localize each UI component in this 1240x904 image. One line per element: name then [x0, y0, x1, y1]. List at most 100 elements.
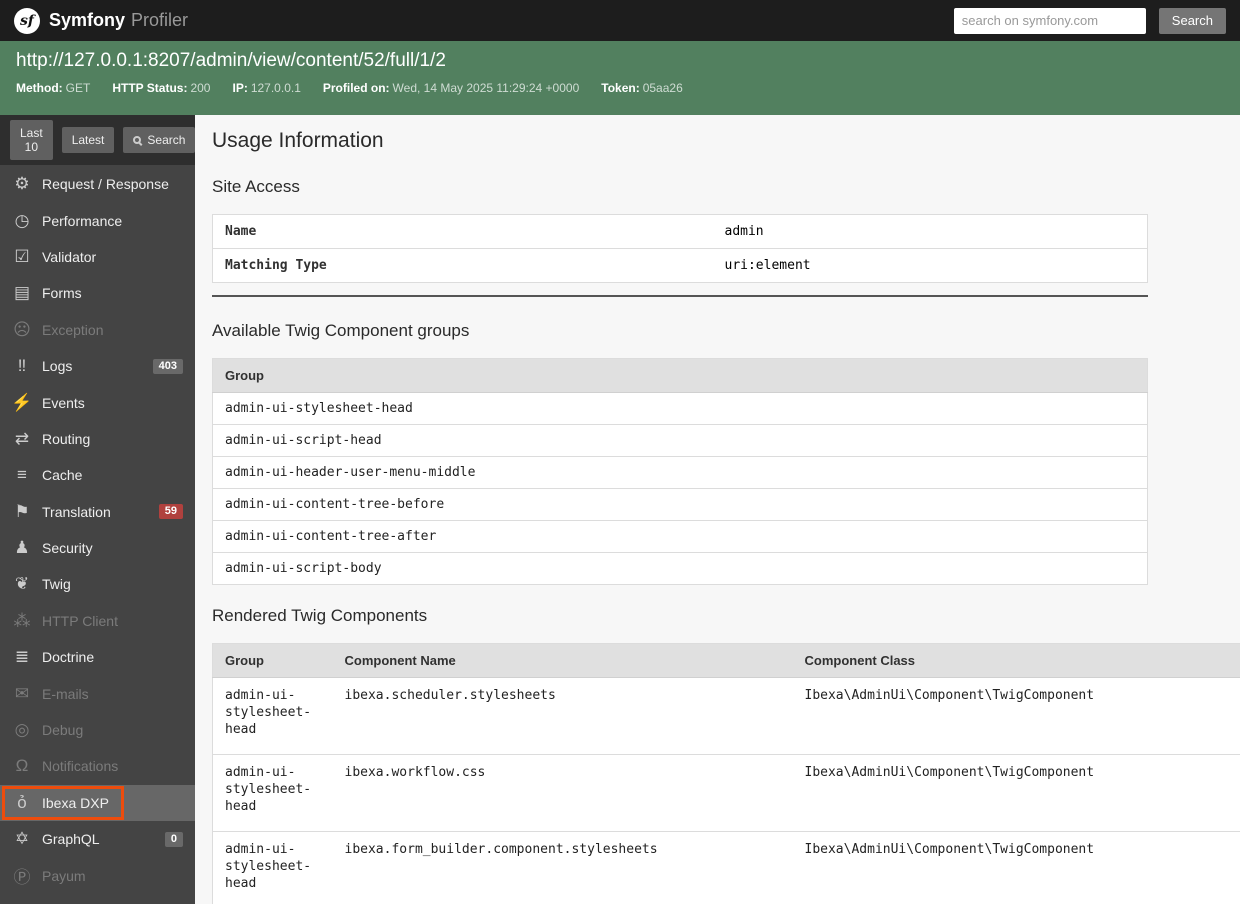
sidebar-item-http-client[interactable]: ⁂ HTTP Client	[0, 603, 195, 639]
sidebar-item-routing[interactable]: ⇄ Routing	[0, 421, 195, 457]
table-row: admin-ui-header-user-menu-middle	[212, 456, 1148, 489]
meta-label: Token:	[601, 81, 640, 95]
group-cell: admin-ui-header-user-menu-middle	[212, 456, 1148, 489]
sidebar-item-graphql[interactable]: ✡ GraphQL 0	[0, 821, 195, 857]
database-icon: ≣	[14, 647, 30, 667]
ghost-icon: ☹	[13, 319, 31, 339]
sidebar-item-notifications[interactable]: Ω Notifications	[0, 748, 195, 784]
sidebar-item-label: Ibexa DXP	[42, 794, 109, 811]
groups-column-header: Group	[212, 358, 1148, 393]
sidebar-item-label: Doctrine	[42, 649, 95, 666]
site-access-table: Name admin Matching Type uri:element	[212, 214, 1148, 283]
sidebar-item-label: Exception	[42, 321, 104, 338]
sidebar-item-logs[interactable]: ‼ Logs 403	[0, 348, 195, 384]
meta-value: 127.0.0.1	[250, 81, 301, 95]
envelope-icon: ✉	[14, 683, 30, 703]
sidebar-item-cache[interactable]: ≡ Cache	[0, 457, 195, 493]
meta-value: GET	[65, 81, 91, 95]
sidebar-item-label: Security	[42, 540, 93, 557]
sidebar-menu: ⚙ Request / Response ◷ Performance ☑ Val…	[0, 165, 195, 894]
person-icon: ♟	[14, 538, 30, 558]
component-name-cell: ibexa.form_builder.component.stylesheets	[332, 831, 793, 904]
table-row: admin-ui-stylesheet-head ibexa.workflow.…	[212, 754, 1240, 832]
group-cell: admin-ui-stylesheet-head	[212, 677, 333, 755]
sidebar-toolbar: Last 10 Latest Search	[0, 115, 196, 165]
sidebar-item-payum[interactable]: Ⓟ Payum	[0, 857, 195, 893]
groups-heading: Available Twig Component groups	[212, 321, 470, 340]
twig-icon: ❦	[14, 574, 30, 594]
checkbox-icon: ☑	[14, 246, 30, 266]
request-meta-item: Method: GET	[16, 81, 90, 95]
group-cell: admin-ui-content-tree-after	[212, 520, 1148, 553]
meta-label: IP:	[232, 81, 248, 95]
hexagram-icon: ✡	[14, 829, 30, 849]
sidebar-item-translation[interactable]: ⚑ Translation 59	[0, 494, 195, 530]
table-row: Name admin	[212, 214, 1148, 249]
meta-value: 200	[190, 81, 211, 95]
sidebar-item-label: Payum	[42, 867, 86, 884]
gears-icon: ⚙	[14, 174, 30, 194]
ibexa-icon: ỏ	[17, 792, 27, 812]
sidebar-item-label: Debug	[42, 722, 84, 739]
sidebar-button-last-10[interactable]: Last 10	[10, 120, 53, 160]
request-url-link[interactable]: http://127.0.0.1:8207/admin/view/content…	[16, 50, 446, 72]
meta-label: Method:	[16, 81, 63, 95]
sidebar-item-label: Request / Response	[42, 176, 169, 193]
profiler-sidebar: Last 10 Latest Search ⚙ Request / Respon…	[0, 115, 196, 904]
sidebar-toolbar-button-label: Search	[147, 133, 186, 147]
meta-label: HTTP Status:	[112, 81, 188, 95]
layers-icon: ≡	[17, 465, 27, 485]
sidebar-item-label: Notifications	[42, 758, 119, 775]
page-title: Usage Information	[212, 129, 384, 152]
meta-label: Profiled on:	[322, 81, 390, 95]
network-icon: ⁂	[13, 610, 31, 630]
request-meta-item: IP: 127.0.0.1	[232, 81, 300, 95]
sidebar-item-e-mails[interactable]: ✉ E-mails	[0, 675, 195, 711]
group-cell: admin-ui-script-body	[212, 552, 1148, 585]
rendered-column-class: Component Class	[792, 643, 1240, 678]
sidebar-item-twig[interactable]: ❦ Twig	[0, 566, 195, 602]
sidebar-item-label: Performance	[42, 212, 123, 229]
sidebar-item-label: HTTP Client	[42, 612, 118, 629]
row-label: Name	[212, 214, 713, 249]
main-panel: Usage Information Site Access Name admin…	[195, 115, 1240, 904]
group-cell: admin-ui-script-head	[212, 424, 1148, 457]
sidebar-item-request-response[interactable]: ⚙ Request / Response	[0, 166, 195, 202]
sidebar-item-ibexa-dxp[interactable]: ỏ Ibexa DXP	[0, 784, 195, 822]
sidebar-button-search[interactable]: Search	[123, 127, 196, 153]
sidebar-item-validator[interactable]: ☑ Validator	[0, 239, 195, 275]
component-name-cell: ibexa.workflow.css	[332, 754, 793, 832]
sidebar-item-events[interactable]: ⚡ Events	[0, 384, 195, 420]
sidebar-button-latest[interactable]: Latest	[61, 127, 115, 153]
sidebar-item-label: E-mails	[42, 685, 89, 702]
row-value: uri:element	[712, 248, 1148, 283]
symfony-search-button[interactable]: Search	[1158, 7, 1226, 34]
sidebar-item-performance[interactable]: ◷ Performance	[0, 202, 195, 238]
sidebar-item-exception[interactable]: ☹ Exception	[0, 312, 195, 348]
symfony-search-input[interactable]	[953, 7, 1146, 34]
sidebar-item-label: Translation	[42, 503, 111, 520]
sidebar-item-label: Twig	[42, 576, 71, 593]
sidebar-item-forms[interactable]: ▤ Forms	[0, 275, 195, 311]
sidebar-item-label: Validator	[42, 248, 97, 265]
table-row: admin-ui-script-body	[212, 552, 1148, 585]
sidebar-item-doctrine[interactable]: ≣ Doctrine	[0, 639, 195, 675]
sidebar-item-label: GraphQL	[42, 831, 100, 848]
group-cell: admin-ui-content-tree-before	[212, 488, 1148, 521]
sidebar-item-badge: 0	[164, 831, 183, 847]
table-row: admin-ui-stylesheet-head	[212, 392, 1148, 425]
clipboard-icon: ▤	[13, 283, 31, 303]
table-row: admin-ui-stylesheet-head ibexa.scheduler…	[212, 677, 1240, 755]
group-cell: admin-ui-stylesheet-head	[212, 392, 1148, 425]
sidebar-item-security[interactable]: ♟ Security	[0, 530, 195, 566]
group-cell: admin-ui-stylesheet-head	[212, 754, 333, 832]
table-row: admin-ui-content-tree-before	[212, 488, 1148, 521]
sidebar-item-debug[interactable]: ◎ Debug	[0, 712, 195, 748]
sidebar-toolbar-button-label: Last 10	[20, 126, 43, 154]
request-meta-row: Method: GET HTTP Status: 200 IP: 127.0.0.1 …	[16, 81, 1224, 95]
sidebar-item-label: Logs	[42, 358, 73, 375]
signpost-icon: ⇄	[14, 428, 30, 448]
component-class-cell: Ibexa\AdminUi\Component\TwigComponent	[792, 831, 1240, 904]
sidebar-item-badge: 59	[158, 504, 183, 520]
table-row: admin-ui-script-head	[212, 424, 1148, 457]
